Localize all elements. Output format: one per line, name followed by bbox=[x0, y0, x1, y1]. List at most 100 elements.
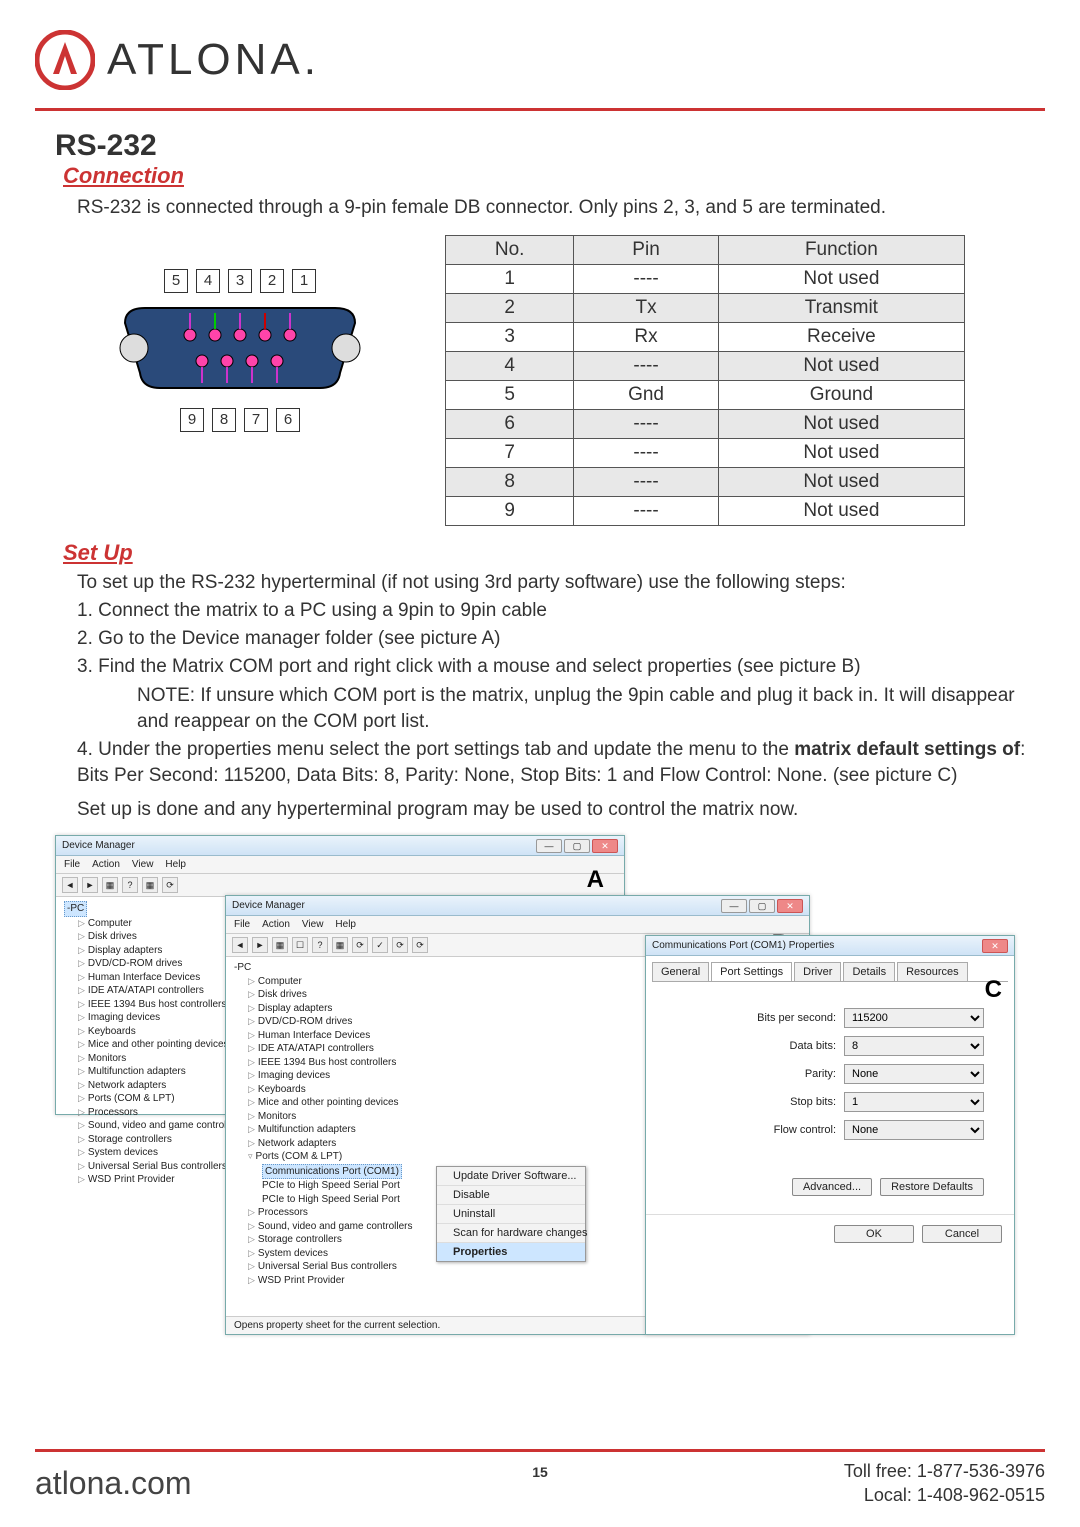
pin-row-top: 5 4 3 2 1 bbox=[164, 269, 316, 293]
setup-done: Set up is done and any hyperterminal pro… bbox=[77, 799, 1045, 821]
connection-intro: RS-232 is connected through a 9-pin fema… bbox=[77, 195, 1045, 221]
menu-file[interactable]: File bbox=[234, 919, 250, 930]
setup-heading: Set Up bbox=[63, 540, 1045, 566]
pin-5: 5 bbox=[164, 269, 188, 293]
window-a-title: Device Manager bbox=[62, 840, 135, 851]
parity-select[interactable]: None bbox=[844, 1064, 984, 1084]
tree-root[interactable]: -PC bbox=[64, 901, 87, 917]
pin-3: 3 bbox=[228, 269, 252, 293]
restore-defaults-button[interactable]: Restore Defaults bbox=[880, 1178, 984, 1196]
tool-icon[interactable]: ⟳ bbox=[412, 937, 428, 953]
pin-9: 9 bbox=[180, 408, 204, 432]
menu-view[interactable]: View bbox=[132, 859, 154, 870]
pin-4: 4 bbox=[196, 269, 220, 293]
step-2: 2. Go to the Device manager folder (see … bbox=[77, 626, 1045, 652]
table-row: 6----Not used bbox=[446, 409, 965, 438]
tool-icon[interactable]: ? bbox=[312, 937, 328, 953]
step-3-note: NOTE: If unsure which COM port is the ma… bbox=[137, 683, 1045, 735]
ctx-update-driver[interactable]: Update Driver Software... bbox=[437, 1167, 585, 1185]
close-button[interactable]: ✕ bbox=[777, 899, 803, 913]
tool-icon[interactable]: ⟳ bbox=[352, 937, 368, 953]
menu-action[interactable]: Action bbox=[92, 859, 120, 870]
menu-view[interactable]: View bbox=[302, 919, 324, 930]
ctx-uninstall[interactable]: Uninstall bbox=[437, 1204, 585, 1223]
tab-details[interactable]: Details bbox=[843, 962, 895, 981]
fwd-button[interactable]: ► bbox=[82, 877, 98, 893]
screenshots-area: Device Manager — ▢ ✕ File Action View He… bbox=[55, 835, 1045, 1335]
tool-icon[interactable]: ⟳ bbox=[392, 937, 408, 953]
step-3: 3. Find the Matrix COM port and right cl… bbox=[77, 654, 1045, 680]
brand-wordmark: ATLONA. bbox=[107, 35, 320, 85]
back-button[interactable]: ◄ bbox=[62, 877, 78, 893]
menu-help[interactable]: Help bbox=[165, 859, 186, 870]
col-function: Function bbox=[718, 235, 964, 264]
databits-select[interactable]: 8 bbox=[844, 1036, 984, 1056]
databits-label: Data bits: bbox=[746, 1040, 836, 1052]
tool-icon[interactable]: ▦ bbox=[332, 937, 348, 953]
menu-help[interactable]: Help bbox=[335, 919, 356, 930]
label-a: A bbox=[587, 866, 604, 894]
tool-icon[interactable]: ✓ bbox=[372, 937, 388, 953]
back-button[interactable]: ◄ bbox=[232, 937, 248, 953]
context-menu: Update Driver Software... Disable Uninst… bbox=[436, 1166, 586, 1262]
db9-connector-diagram: 5 4 3 2 1 bbox=[55, 265, 425, 436]
cancel-button[interactable]: Cancel bbox=[922, 1225, 1002, 1243]
tool-icon[interactable]: ▦ bbox=[102, 877, 118, 893]
close-button[interactable]: ✕ bbox=[982, 939, 1008, 953]
window-b-title: Device Manager bbox=[232, 900, 305, 911]
pin-1: 1 bbox=[292, 269, 316, 293]
advanced-button[interactable]: Advanced... bbox=[792, 1178, 872, 1196]
ctx-scan[interactable]: Scan for hardware changes bbox=[437, 1223, 585, 1242]
minimize-button[interactable]: — bbox=[536, 839, 562, 853]
table-row: 8----Not used bbox=[446, 467, 965, 496]
table-row: 9----Not used bbox=[446, 496, 965, 525]
brand-logo-icon bbox=[35, 30, 95, 90]
ctx-disable[interactable]: Disable bbox=[437, 1185, 585, 1204]
tool-icon[interactable]: ▦ bbox=[272, 937, 288, 953]
table-row: 3RxReceive bbox=[446, 322, 965, 351]
tool-icon[interactable]: ☐ bbox=[292, 937, 308, 953]
pin-6: 6 bbox=[276, 408, 300, 432]
col-pin: Pin bbox=[574, 235, 718, 264]
maximize-button[interactable]: ▢ bbox=[749, 899, 775, 913]
footer-site: atlona.com bbox=[35, 1465, 192, 1502]
footer: atlona.com 15 Toll free: 1-877-536-3976 … bbox=[35, 1449, 1045, 1507]
tab-driver[interactable]: Driver bbox=[794, 962, 841, 981]
ok-button[interactable]: OK bbox=[834, 1225, 914, 1243]
menu-action[interactable]: Action bbox=[262, 919, 290, 930]
pin-8: 8 bbox=[212, 408, 236, 432]
maximize-button[interactable]: ▢ bbox=[564, 839, 590, 853]
table-row: 1----Not used bbox=[446, 264, 965, 293]
close-button[interactable]: ✕ bbox=[592, 839, 618, 853]
connection-heading: Connection bbox=[63, 163, 1045, 189]
footer-local: Local: 1-408-962-0515 bbox=[844, 1484, 1045, 1507]
section-title: RS-232 bbox=[55, 129, 1045, 163]
step-1: 1. Connect the matrix to a PC using a 9p… bbox=[77, 598, 1045, 624]
label-c: C bbox=[985, 976, 1002, 1004]
step-4: 4. Under the properties menu select the … bbox=[77, 737, 1045, 789]
pinout-table: No. Pin Function 1----Not used 2TxTransm… bbox=[445, 235, 965, 526]
parity-label: Parity: bbox=[746, 1068, 836, 1080]
tool-icon[interactable]: ▦ bbox=[142, 877, 158, 893]
menu-file[interactable]: File bbox=[64, 859, 80, 870]
tool-icon[interactable]: ⟳ bbox=[162, 877, 178, 893]
tab-port-settings[interactable]: Port Settings bbox=[711, 962, 792, 981]
tab-resources[interactable]: Resources bbox=[897, 962, 968, 981]
bps-label: Bits per second: bbox=[746, 1012, 836, 1024]
flow-select[interactable]: None bbox=[844, 1120, 984, 1140]
header: ATLONA. bbox=[35, 30, 1045, 111]
stopbits-label: Stop bits: bbox=[746, 1096, 836, 1108]
setup-intro: To set up the RS-232 hyperterminal (if n… bbox=[77, 570, 1045, 596]
table-row: 4----Not used bbox=[446, 351, 965, 380]
ctx-properties[interactable]: Properties bbox=[437, 1242, 585, 1261]
tab-general[interactable]: General bbox=[652, 962, 709, 981]
fwd-button[interactable]: ► bbox=[252, 937, 268, 953]
window-c-properties: Communications Port (COM1) Properties ✕ … bbox=[645, 935, 1015, 1335]
pin-7: 7 bbox=[244, 408, 268, 432]
bps-select[interactable]: 115200 bbox=[844, 1008, 984, 1028]
stopbits-select[interactable]: 1 bbox=[844, 1092, 984, 1112]
tool-icon[interactable]: ? bbox=[122, 877, 138, 893]
minimize-button[interactable]: — bbox=[721, 899, 747, 913]
window-c-title: Communications Port (COM1) Properties bbox=[652, 940, 834, 951]
table-row: 2TxTransmit bbox=[446, 293, 965, 322]
